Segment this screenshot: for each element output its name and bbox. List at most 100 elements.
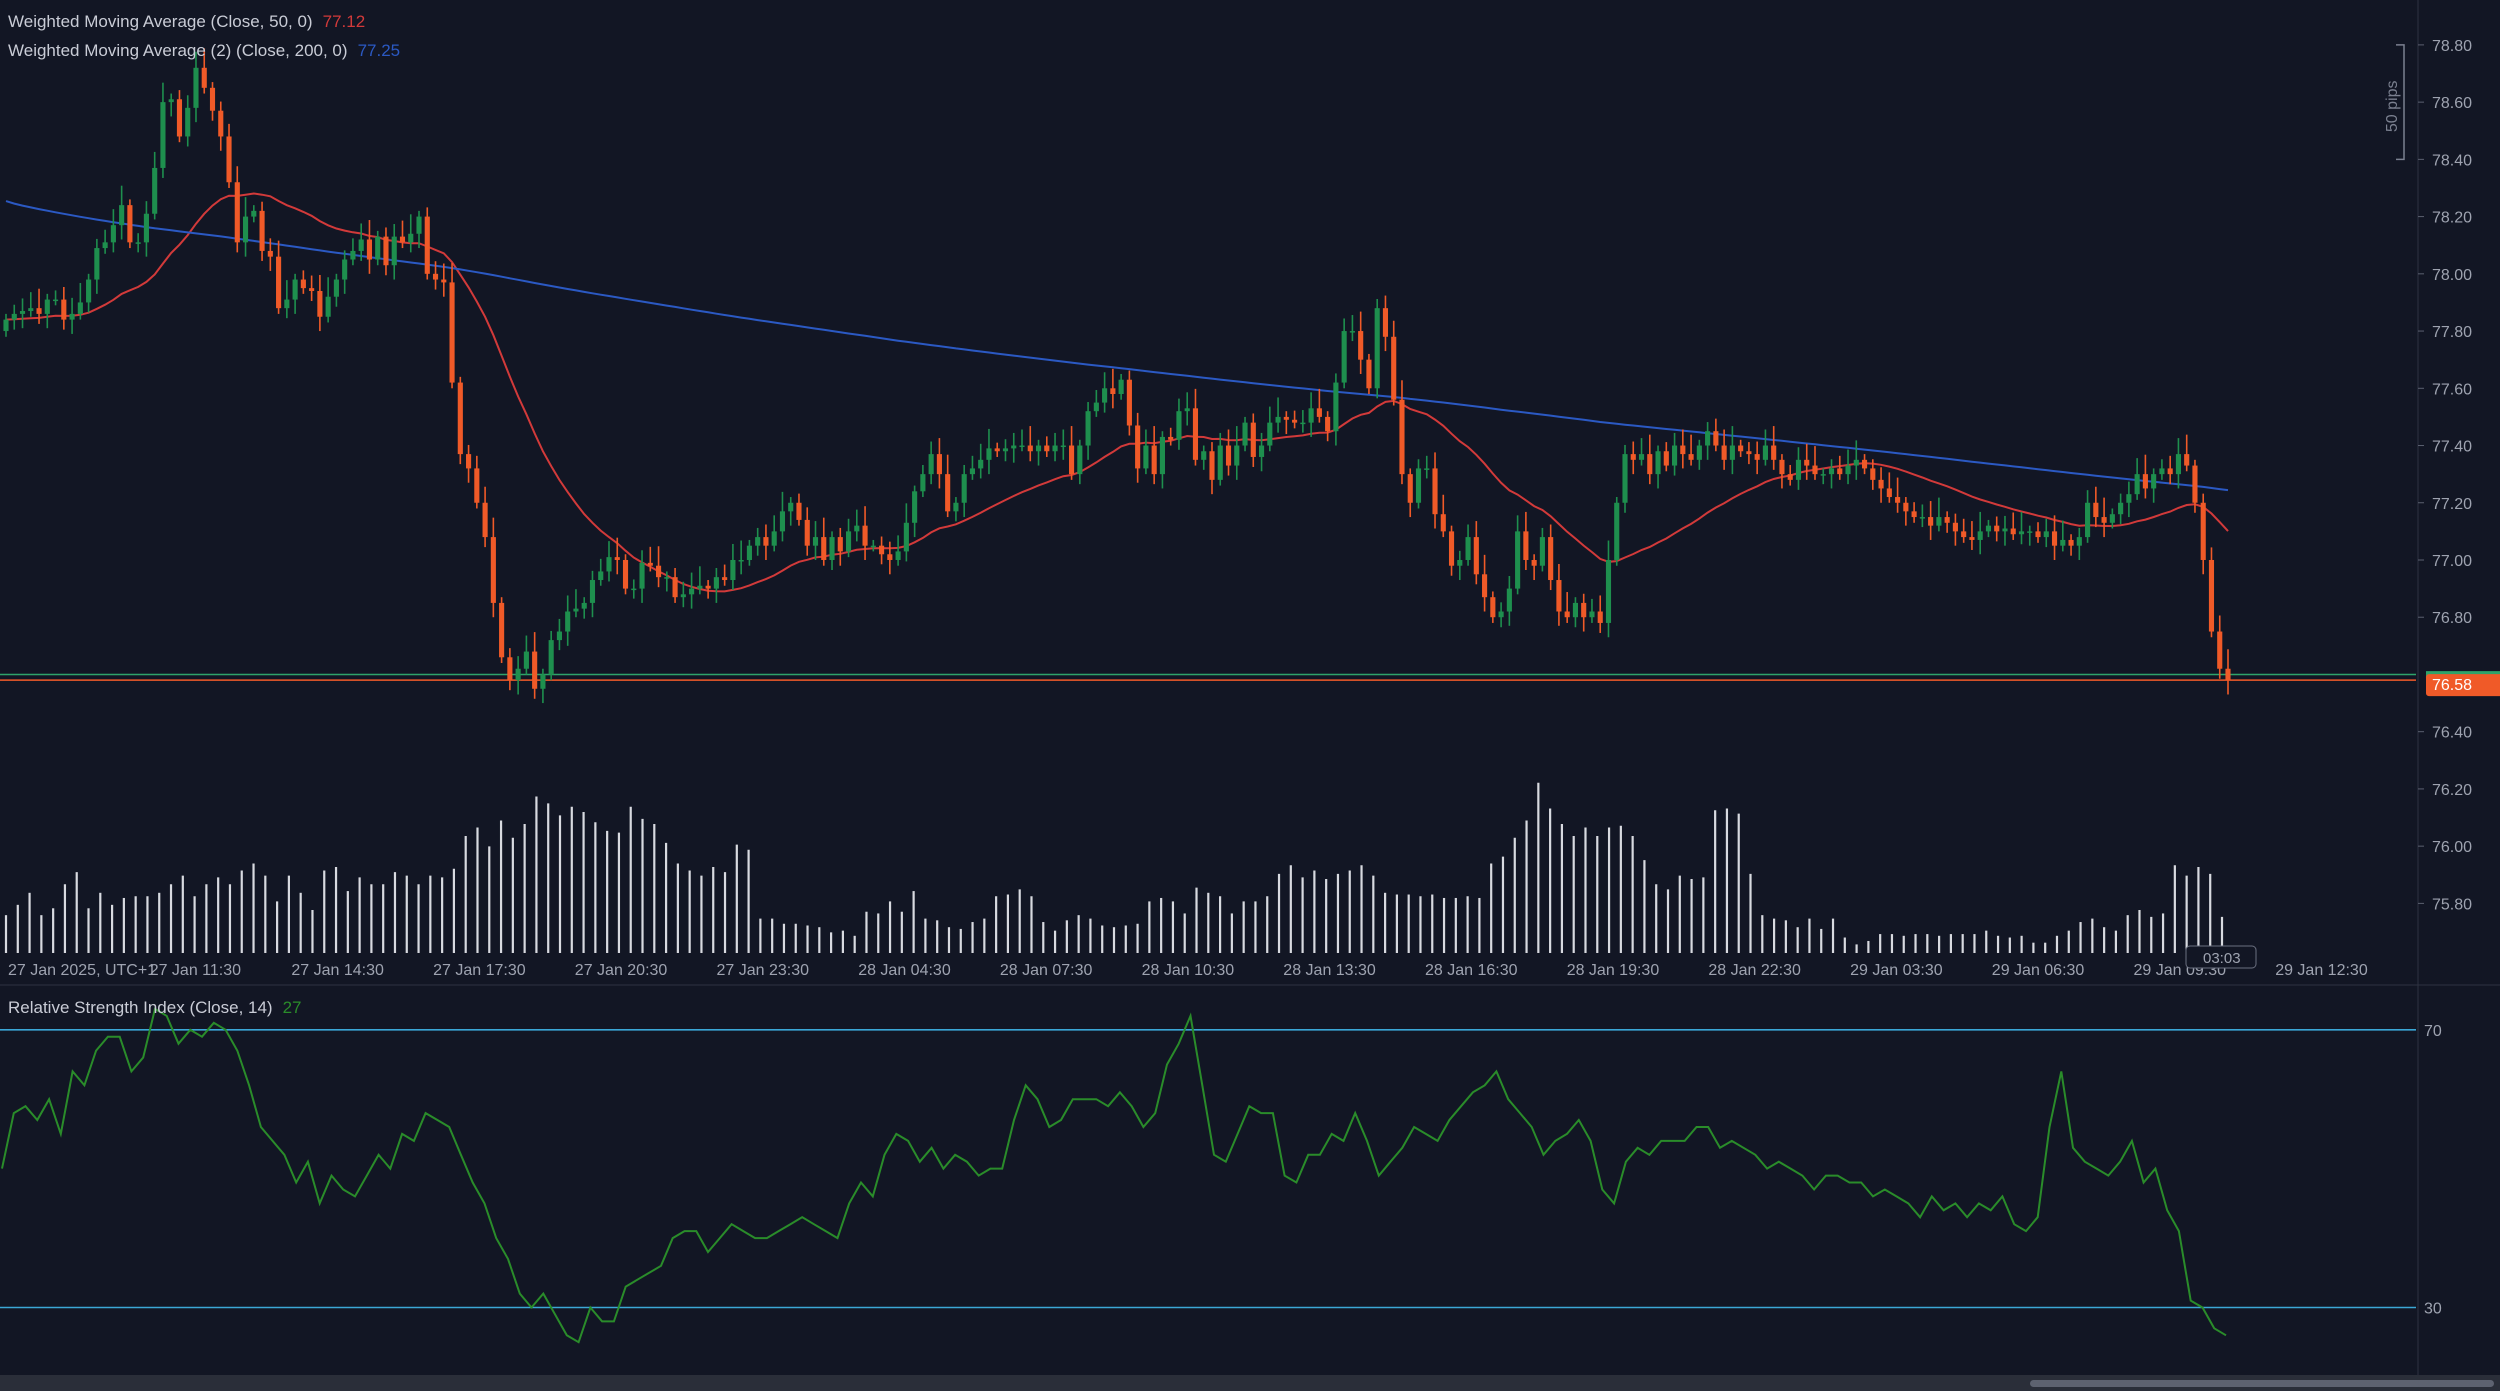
candle-body (77, 302, 83, 314)
candle-body (1201, 451, 1207, 460)
candle-body (1928, 517, 1934, 526)
candle-body (1093, 402, 1099, 412)
candle-body (1473, 537, 1479, 575)
candle-body (1605, 559, 1612, 623)
price-tick-label: 76.00 (2432, 839, 2472, 856)
candle-body (1267, 422, 1273, 446)
candle-body (218, 110, 224, 137)
candle-body (1787, 474, 1793, 480)
candle-body (1069, 445, 1075, 475)
horizontal-scrollbar[interactable] (0, 1375, 2500, 1391)
candle-body (2060, 539, 2066, 546)
candle-body (1374, 308, 1380, 389)
candle-body (1919, 517, 1925, 519)
candle-body (474, 468, 480, 503)
candle-body (1415, 468, 1422, 503)
candle-body (722, 577, 728, 581)
scrollbar-thumb[interactable] (2030, 1380, 2494, 1387)
rsi-tick-label: 70 (2424, 1023, 2442, 1040)
candle-body (342, 259, 348, 280)
candle-body (1713, 431, 1719, 446)
legend-wma200[interactable]: Weighted Moving Average (2) (Close, 200,… (8, 41, 400, 61)
candle-body (2035, 531, 2041, 538)
candle-body (482, 502, 488, 538)
candle-body (160, 102, 166, 168)
candle-body (1961, 531, 1967, 538)
candle-body (185, 107, 191, 137)
candle-body (796, 502, 802, 520)
candle-body (1168, 436, 1174, 440)
candle-body (837, 537, 843, 552)
time-axis-label: 28 Jan 07:30 (1000, 962, 1093, 979)
candle-body (556, 631, 562, 641)
price-tick-label: 76.40 (2432, 725, 2472, 742)
legend-wma50[interactable]: Weighted Moving Average (Close, 50, 0) 77… (8, 12, 365, 32)
candle-body (110, 225, 116, 243)
candle-body (11, 313, 17, 320)
price-chart[interactable]: 78.80 78.60 78.40 78.20 78.00 77.80 77.60 77.40… (0, 0, 2500, 1391)
candle-body (581, 602, 587, 609)
candle-body (1630, 454, 1636, 460)
candle-body (399, 236, 406, 243)
candle-body (2184, 454, 2190, 466)
candle-body (1952, 522, 1958, 532)
legend-wma50-value: 77.12 (322, 12, 366, 31)
chart-area[interactable]: 78.80 78.60 78.40 78.20 78.00 77.80 77.60 77.40… (0, 0, 2500, 1391)
candle-body (1184, 408, 1190, 412)
candle-body (2217, 631, 2223, 669)
candle-body (1762, 445, 1768, 460)
price-tick-label: 78.60 (2432, 95, 2472, 112)
candle-body (1804, 459, 1810, 466)
candle-body (779, 511, 786, 532)
candle-body (598, 571, 604, 581)
candle-body (565, 611, 571, 632)
candle-body (1424, 468, 1430, 470)
current-price-label: 76.58 (2432, 677, 2472, 694)
candle-body (771, 531, 777, 546)
candle-body (1085, 411, 1091, 446)
time-axis-label: 27 Jan 23:30 (717, 962, 810, 979)
candle-body (2093, 502, 2099, 518)
legend-rsi[interactable]: Relative Strength Index (Close, 14) 27 (8, 998, 302, 1018)
candle-body (804, 519, 810, 546)
candle-body (953, 502, 959, 512)
candle-body (1192, 408, 1199, 460)
rsi-pane[interactable]: 70 30 (0, 985, 2442, 1375)
candle-body (1399, 399, 1405, 475)
candle-body (845, 531, 852, 552)
candle-body (2200, 502, 2206, 560)
candle-body (532, 651, 538, 689)
wma200-line (5, 200, 2229, 492)
candle-body (1696, 445, 1702, 460)
candle-body (1556, 580, 1562, 612)
candle-body (1002, 448, 1009, 452)
legend-wma50-label: Weighted Moving Average (Close, 50, 0) (8, 12, 313, 31)
candle-body (2167, 468, 2173, 475)
candle-body (1614, 502, 1620, 560)
candle-body (1225, 445, 1232, 466)
candle-body (2043, 531, 2049, 538)
candle-body (1548, 537, 1554, 581)
candle-body (1044, 445, 1050, 452)
candle-body (86, 279, 92, 303)
candle-body (358, 239, 364, 251)
candle-body (2175, 454, 2181, 475)
price-axis[interactable]: 78.80 78.60 78.40 78.20 78.00 77.80 77.60 77.40… (2384, 0, 2500, 985)
time-axis[interactable]: 27 Jan 2025, UTC+127 Jan 11:30 27 Jan 14:… (0, 945, 2500, 986)
candle-body (284, 299, 290, 309)
price-tick-label: 75.80 (2432, 896, 2472, 913)
candle-body (548, 640, 554, 675)
candle-body (1498, 611, 1504, 618)
candle-body (879, 545, 885, 555)
candle-body (730, 559, 736, 581)
candle-body (969, 468, 976, 475)
candle-body (1300, 422, 1306, 425)
candle-body (1060, 445, 1066, 448)
candle-body (945, 474, 951, 512)
candle-body (614, 557, 620, 560)
moving-averages (5, 192, 2229, 593)
candle-body (1820, 474, 1826, 476)
rsi-line (1, 1007, 2227, 1344)
candle-body (1308, 408, 1314, 423)
candle-body (259, 210, 265, 251)
